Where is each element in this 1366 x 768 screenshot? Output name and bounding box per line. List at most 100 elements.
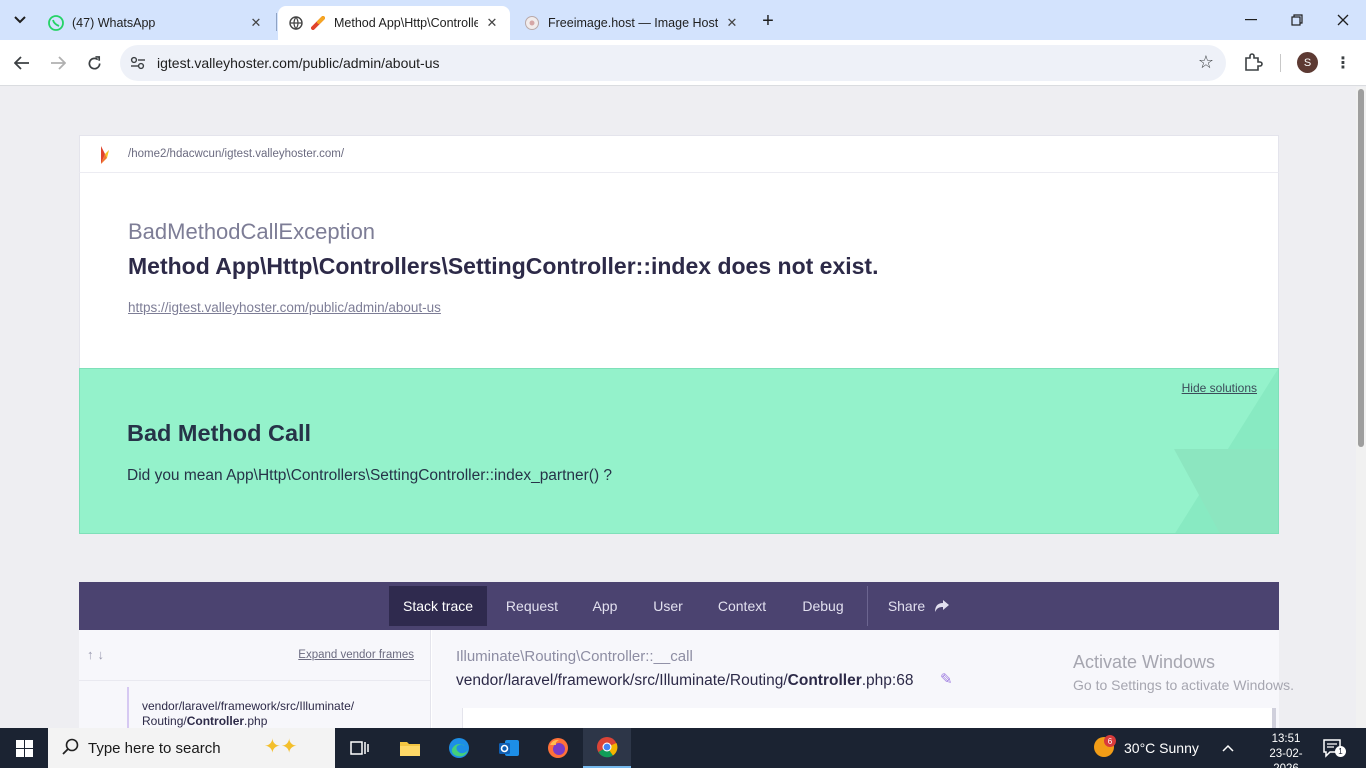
profile-avatar[interactable]: S (1297, 52, 1318, 73)
windows-logo-icon (15, 739, 33, 757)
site-settings-icon[interactable] (128, 53, 148, 73)
task-view-button[interactable] (336, 728, 384, 768)
reload-icon (88, 55, 101, 69)
tab-request[interactable]: Request (495, 586, 569, 626)
tab-divider (276, 13, 277, 31)
forward-arrow-icon (51, 56, 66, 70)
close-icon[interactable]: ✕ (724, 15, 740, 31)
toolbar-divider (1280, 54, 1281, 72)
close-icon (1337, 14, 1349, 26)
project-path: /home2/hdacwcun/igtest.valleyhoster.com/ (128, 148, 345, 160)
notification-count: 1 (1335, 746, 1346, 757)
selected-file: vendor/laravel/framework/src/Illuminate/… (456, 672, 913, 690)
nav-divider (867, 586, 868, 626)
windows-taskbar: Type here to search ✦✦ 6 30°C Sunny 13:5… (0, 728, 1366, 768)
taskbar-search-box[interactable]: Type here to search ✦✦ (48, 728, 335, 768)
tab-method-app[interactable]: Method App\Http\Controlle ✕ (278, 6, 510, 40)
back-button[interactable] (8, 49, 36, 77)
address-bar[interactable]: igtest.valleyhoster.com/public/admin/abo… (120, 45, 1226, 81)
ignition-logo-icon (95, 144, 111, 166)
frame-navigation-arrows-icon[interactable]: ↑↓ (87, 647, 108, 662)
frame-path: vendor/laravel/framework/src/Illuminate/ (142, 699, 355, 713)
code-snippet (462, 708, 1276, 728)
share-arrow-icon (935, 600, 950, 612)
tab-user[interactable]: User (641, 586, 695, 626)
tab-stack-trace[interactable]: Stack trace (389, 586, 487, 626)
watermark-title: Activate Windows (1073, 652, 1216, 672)
close-window-button[interactable] (1320, 0, 1366, 40)
selected-file-prefix: vendor/laravel/framework/src/Illuminate/… (456, 672, 788, 689)
hide-solutions-link[interactable]: Hide solutions (1182, 381, 1257, 395)
chrome-icon (597, 737, 618, 758)
browser-toolbar: igtest.valleyhoster.com/public/admin/abo… (0, 40, 1366, 86)
share-label: Share (887, 598, 926, 614)
outlook-icon (499, 740, 519, 756)
watermark-subtitle: Go to Settings to activate Windows. (1073, 677, 1294, 693)
clock-date: 23-02-2026 (1269, 748, 1303, 768)
tab-title: Freeimage.host — Image Hostin (548, 16, 718, 30)
file-explorer-button[interactable] (386, 728, 434, 768)
minimize-icon (1245, 19, 1257, 21)
start-button[interactable] (0, 728, 48, 768)
url-text[interactable]: igtest.valleyhoster.com/public/admin/abo… (157, 55, 439, 71)
sparkle-icon: ✦✦ (264, 736, 298, 758)
tab-freeimage[interactable]: Freeimage.host — Image Hostin ✕ (514, 6, 750, 40)
firefox-icon (548, 738, 568, 758)
stack-frame-item[interactable]: vendor/laravel/framework/src/Illuminate/… (127, 687, 431, 728)
tab-search-button[interactable] (8, 8, 32, 32)
weather-text[interactable]: 30°C Sunny (1124, 740, 1199, 756)
exception-card: BadMethodCallException Method App\Http\C… (79, 173, 1279, 368)
tab-whatsapp[interactable]: (47) WhatsApp ✕ (38, 6, 274, 40)
selected-function: Illuminate\Routing\Controller::__call (456, 648, 693, 665)
kebab-menu-icon[interactable]: ⋮ (1335, 50, 1351, 76)
outlook-button[interactable] (485, 728, 533, 768)
back-arrow-icon (14, 56, 29, 70)
close-icon[interactable]: ✕ (484, 15, 500, 31)
exception-class: BadMethodCallException (128, 219, 376, 244)
selected-file-name: Controller (787, 672, 862, 689)
solution-panel: Hide solutions Bad Method Call Did you m… (79, 368, 1279, 534)
extensions-button[interactable] (1243, 52, 1265, 74)
puzzle-icon (1245, 53, 1263, 71)
solution-description: Did you mean App\Http\Controllers\Settin… (127, 467, 613, 484)
reload-button[interactable] (80, 49, 108, 77)
minimize-button[interactable] (1228, 0, 1274, 40)
tab-title: (47) WhatsApp (72, 16, 156, 30)
restore-button[interactable] (1274, 0, 1320, 40)
edge-icon (449, 738, 469, 758)
scrollbar-thumb[interactable] (1358, 89, 1364, 447)
tab-debug[interactable]: Debug (789, 586, 857, 626)
exception-message: Method App\Http\Controllers\SettingContr… (128, 253, 879, 279)
activate-windows-watermark: Activate Windows Go to Settings to activ… (1073, 652, 1294, 693)
firefox-button[interactable] (534, 728, 582, 768)
tab-title: Method App\Http\Controlle (334, 16, 478, 30)
frame-prefix: Routing/ (142, 714, 187, 728)
tab-app[interactable]: App (579, 586, 631, 626)
close-icon[interactable]: ✕ (248, 15, 264, 31)
forward-button[interactable] (44, 49, 72, 77)
expand-vendor-frames-link[interactable]: Expand vendor frames (298, 649, 414, 661)
pencil-edit-icon[interactable]: ✎ (940, 670, 953, 688)
page-viewport: /home2/hdacwcun/igtest.valleyhoster.com/… (0, 87, 1356, 728)
selected-file-suffix: .php:68 (861, 672, 914, 689)
edge-button[interactable] (435, 728, 483, 768)
frame-file: Controller (186, 714, 245, 728)
bookmark-star-icon[interactable]: ☆ (1198, 52, 1214, 73)
page-scrollbar[interactable] (1356, 87, 1366, 728)
whatsapp-icon (48, 15, 64, 31)
clock-time: 13:51 (1271, 733, 1301, 745)
chrome-button[interactable] (583, 728, 631, 768)
tab-context[interactable]: Context (705, 586, 779, 626)
tab-share[interactable]: Share (879, 586, 959, 626)
restore-icon (1291, 14, 1303, 26)
chevron-up-icon[interactable] (1222, 740, 1234, 755)
search-placeholder: Type here to search (88, 740, 221, 757)
search-icon (62, 738, 80, 761)
solution-title: Bad Method Call (127, 420, 312, 446)
taskbar-clock[interactable]: 13:51 23-02-2026 (1262, 732, 1310, 768)
request-url-link[interactable]: https://igtest.valleyhoster.com/public/a… (128, 300, 441, 315)
new-tab-button[interactable]: + (756, 9, 780, 33)
notification-center-button[interactable]: 1 (1322, 738, 1346, 758)
error-header-bar: /home2/hdacwcun/igtest.valleyhoster.com/ (79, 135, 1279, 173)
frames-list: ↑↓ Expand vendor frames vendor/laravel/f… (79, 630, 431, 728)
